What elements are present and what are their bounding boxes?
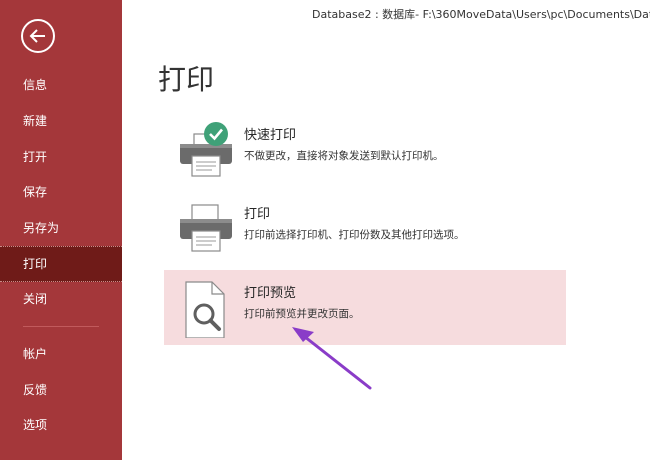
- print-preview-option[interactable]: 打印预览 打印前预览并更改页面。: [164, 270, 566, 345]
- sidebar-item-options[interactable]: 选项: [0, 407, 122, 443]
- sidebar-item-save-as[interactable]: 另存为: [0, 210, 122, 246]
- sidebar-item-feedback[interactable]: 反馈: [0, 372, 122, 408]
- print-description: 打印前选择打印机、打印份数及其他打印选项。: [244, 229, 465, 241]
- print-title: 打印: [244, 207, 271, 222]
- print-preview-icon: [185, 281, 225, 338]
- sidebar-item-new[interactable]: 新建: [0, 103, 122, 139]
- quick-print-icon: [180, 122, 232, 177]
- sidebar-item-account[interactable]: 帐户: [0, 336, 122, 372]
- back-arrow-icon: [29, 29, 45, 43]
- sidebar-item-close[interactable]: 关闭: [0, 281, 122, 317]
- page-title: 打印: [158, 63, 215, 96]
- print-option[interactable]: 打印 打印前选择打印机、打印份数及其他打印选项。: [164, 191, 566, 266]
- back-button[interactable]: [21, 19, 55, 53]
- sidebar-item-open[interactable]: 打开: [0, 139, 122, 175]
- sidebar-item-print[interactable]: 打印: [0, 246, 122, 282]
- quick-print-title: 快速打印: [244, 128, 297, 143]
- quick-print-description: 不做更改，直接将对象发送到默认打印机。: [244, 150, 444, 162]
- print-preview-description: 打印前预览并更改页面。: [244, 308, 360, 320]
- sidebar-divider: [23, 326, 99, 327]
- backstage-sidebar: 信息 新建 打开 保存 另存为 打印 关闭 帐户 反馈 选项: [0, 0, 122, 460]
- printer-icon: [180, 204, 232, 252]
- quick-print-option[interactable]: 快速打印 不做更改，直接将对象发送到默认打印机。: [164, 112, 566, 187]
- print-preview-title: 打印预览: [244, 286, 297, 301]
- window-title: Database2 : 数据库- F:\360MoveData\Users\pc…: [312, 8, 650, 21]
- sidebar-item-info[interactable]: 信息: [0, 67, 122, 103]
- sidebar-item-save[interactable]: 保存: [0, 174, 122, 210]
